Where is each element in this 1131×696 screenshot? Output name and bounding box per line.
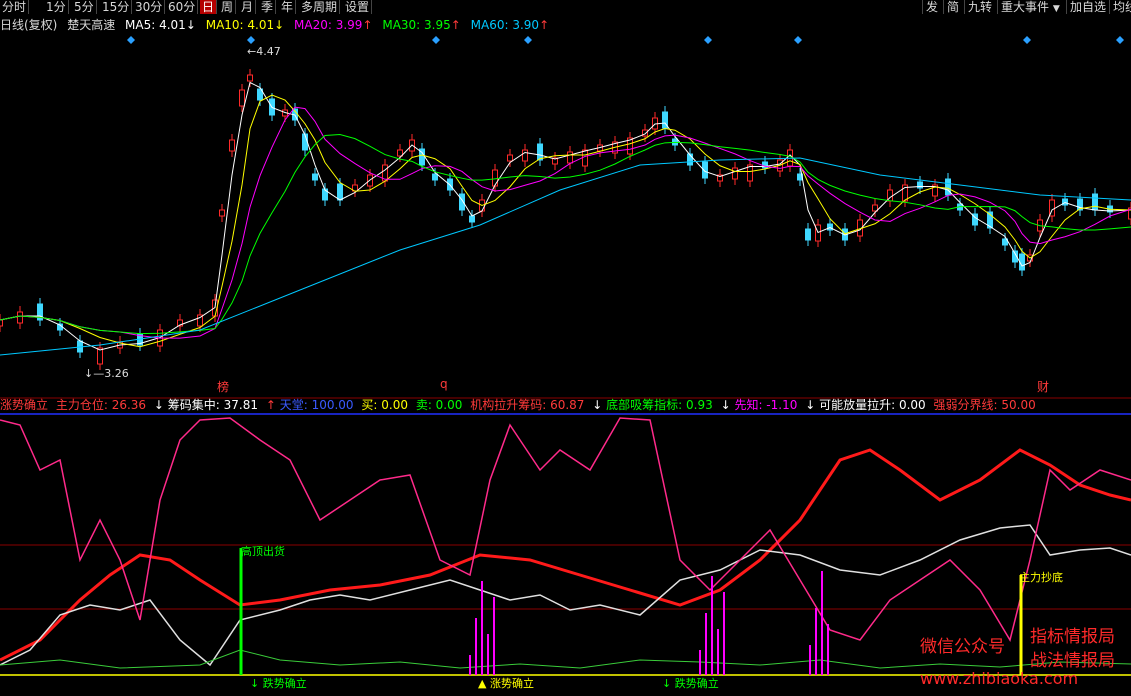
event-diamond-icon: [794, 36, 802, 44]
ind-arrow-1: ↓: [153, 398, 164, 412]
chevron-down-icon: ▼: [1052, 4, 1060, 14]
tab-multi-period[interactable]: 多周期: [299, 0, 341, 14]
ma20-value: MA20: 3.99↑: [294, 18, 373, 32]
tab-quarter[interactable]: 季: [259, 0, 277, 14]
high-price-label: ←4.47: [247, 45, 281, 58]
candle-body: [492, 169, 498, 187]
candle-body: [582, 149, 588, 167]
ind-bottom-absorb: 底部吸筹指标: 0.93: [606, 398, 713, 412]
tab-1min[interactable]: 1分: [44, 0, 69, 14]
ma10-line: [0, 94, 1131, 348]
tab-day[interactable]: 日: [200, 0, 218, 14]
watermark-zhibiao: 指标情报局: [1030, 627, 1115, 647]
main-position-line: [0, 448, 1131, 662]
ind-arrow-4: ↓: [720, 398, 731, 412]
tab-month[interactable]: 月: [239, 0, 257, 14]
event-diamond-icon: [524, 36, 532, 44]
chart-title: 日线(复权): [0, 18, 58, 32]
candle-body: [239, 89, 245, 107]
ind-institution: 机构拉升筹码: 60.87: [470, 398, 585, 412]
institution-line: [0, 417, 1131, 642]
signal-bottom-buy: 主力抄底: [1019, 571, 1063, 584]
low-price-label: ↓—3.26: [84, 367, 129, 380]
button-add-favorite[interactable]: 加自选: [1066, 0, 1109, 14]
event-marker-q[interactable]: q: [440, 377, 448, 391]
tab-60min[interactable]: 60分: [166, 0, 199, 14]
tab-5min[interactable]: 5分: [72, 0, 97, 14]
candle-body: [762, 161, 768, 169]
signal-rise: ▲ 涨势确立: [478, 677, 534, 690]
ind-status: 涨势确立: [0, 398, 49, 412]
candle-body: [507, 154, 513, 162]
candle-body: [469, 215, 475, 223]
ma5-value: MA5: 4.01↓: [125, 18, 196, 32]
kline-chart[interactable]: [0, 32, 1131, 696]
tab-year[interactable]: 年: [279, 0, 297, 14]
event-diamond-icon: [127, 36, 135, 44]
candle-body: [1092, 193, 1098, 211]
signal-fall-2: ↓ 跌势确立: [662, 677, 719, 690]
candle-body: [17, 311, 23, 324]
button-jian[interactable]: 简: [943, 0, 962, 14]
ma30-line: [0, 134, 1131, 335]
watermark-url: www.zhibiaoka.com: [920, 669, 1079, 688]
ind-divider-line: 强弱分界线: 50.00: [933, 398, 1036, 412]
ind-main-position: 主力仓位: 26.36: [55, 398, 147, 412]
indicator-legend: 涨势确立 主力仓位: 26.36 ↓ 筹码集中: 37.81 ↑ 天堂: 100…: [0, 398, 1040, 413]
ind-heaven: 天堂: 100.00: [279, 398, 354, 412]
signal-fall-1: ↓ 跌势确立: [250, 677, 307, 690]
button-major-events[interactable]: 重大事件 ▼: [997, 0, 1063, 14]
ma5-line: [0, 81, 1131, 351]
ma10-value: MA10: 4.01↓: [205, 18, 285, 32]
period-toolbar: 分时 1分 5分 15分 30分 60分 日 周 月 季 年 多周期 设置 发 …: [0, 0, 1131, 14]
ind-sell: 卖: 0.00: [415, 398, 463, 412]
ma30-value: MA30: 3.95↑: [382, 18, 461, 32]
event-marker-cai[interactable]: 财: [1037, 378, 1049, 395]
event-diamond-icon: [704, 36, 712, 44]
ind-volume-rise: 可能放量拉升: 0.00: [819, 398, 926, 412]
candle-body: [732, 167, 738, 180]
watermark-zhanfa: 战法情报局: [1030, 651, 1115, 671]
ind-arrow-5: ↓: [805, 398, 816, 412]
tab-30min[interactable]: 30分: [133, 0, 166, 14]
candle-body: [337, 183, 343, 201]
signal-top-sell: 高顶出货: [241, 545, 285, 558]
candle-body: [0, 319, 3, 327]
major-events-label: 重大事件: [1001, 0, 1050, 14]
button-ma-settings[interactable]: 均线: [1109, 0, 1131, 14]
candle-body: [432, 173, 438, 181]
candle-body: [805, 228, 811, 241]
candle-body: [522, 149, 528, 162]
candle-body: [247, 74, 253, 82]
candle-body: [219, 209, 225, 217]
candle-body: [945, 178, 951, 196]
button-fa[interactable]: 发: [922, 0, 941, 14]
event-diamond-icon: [1116, 36, 1124, 44]
ind-arrow-3: ↓: [592, 398, 603, 412]
ind-prophet: 先知: -1.10: [734, 398, 798, 412]
watermark-wechat: 微信公众号: [920, 637, 1005, 657]
ma60-line: [0, 157, 1131, 356]
candle-body: [229, 139, 235, 152]
ind-buy: 买: 0.00: [361, 398, 408, 412]
tab-week[interactable]: 周: [219, 0, 237, 14]
ind-arrow-2: ↑: [265, 398, 276, 412]
ind-chip-concentration: 筹码集中: 37.81: [167, 398, 258, 412]
event-marker-bang[interactable]: 榜: [217, 378, 229, 395]
tab-settings[interactable]: 设置: [343, 0, 373, 14]
ma-legend: 日线(复权) 楚天高速 MA5: 4.01↓ MA10: 4.01↓ MA20:…: [0, 17, 555, 33]
stock-name: 楚天高速: [67, 18, 116, 32]
ma20-line: [0, 106, 1131, 339]
candle-body: [567, 151, 573, 164]
tab-fenshi[interactable]: 分时: [0, 0, 30, 14]
tab-15min[interactable]: 15分: [100, 0, 133, 14]
button-jiuzhuan[interactable]: 九转: [964, 0, 995, 14]
candle-body: [312, 173, 318, 181]
event-diamond-icon: [247, 36, 255, 44]
ma60-value: MA60: 3.90↑: [470, 18, 550, 32]
event-diamond-icon: [432, 36, 440, 44]
candle-body: [537, 143, 543, 161]
event-diamond-icon: [1023, 36, 1031, 44]
